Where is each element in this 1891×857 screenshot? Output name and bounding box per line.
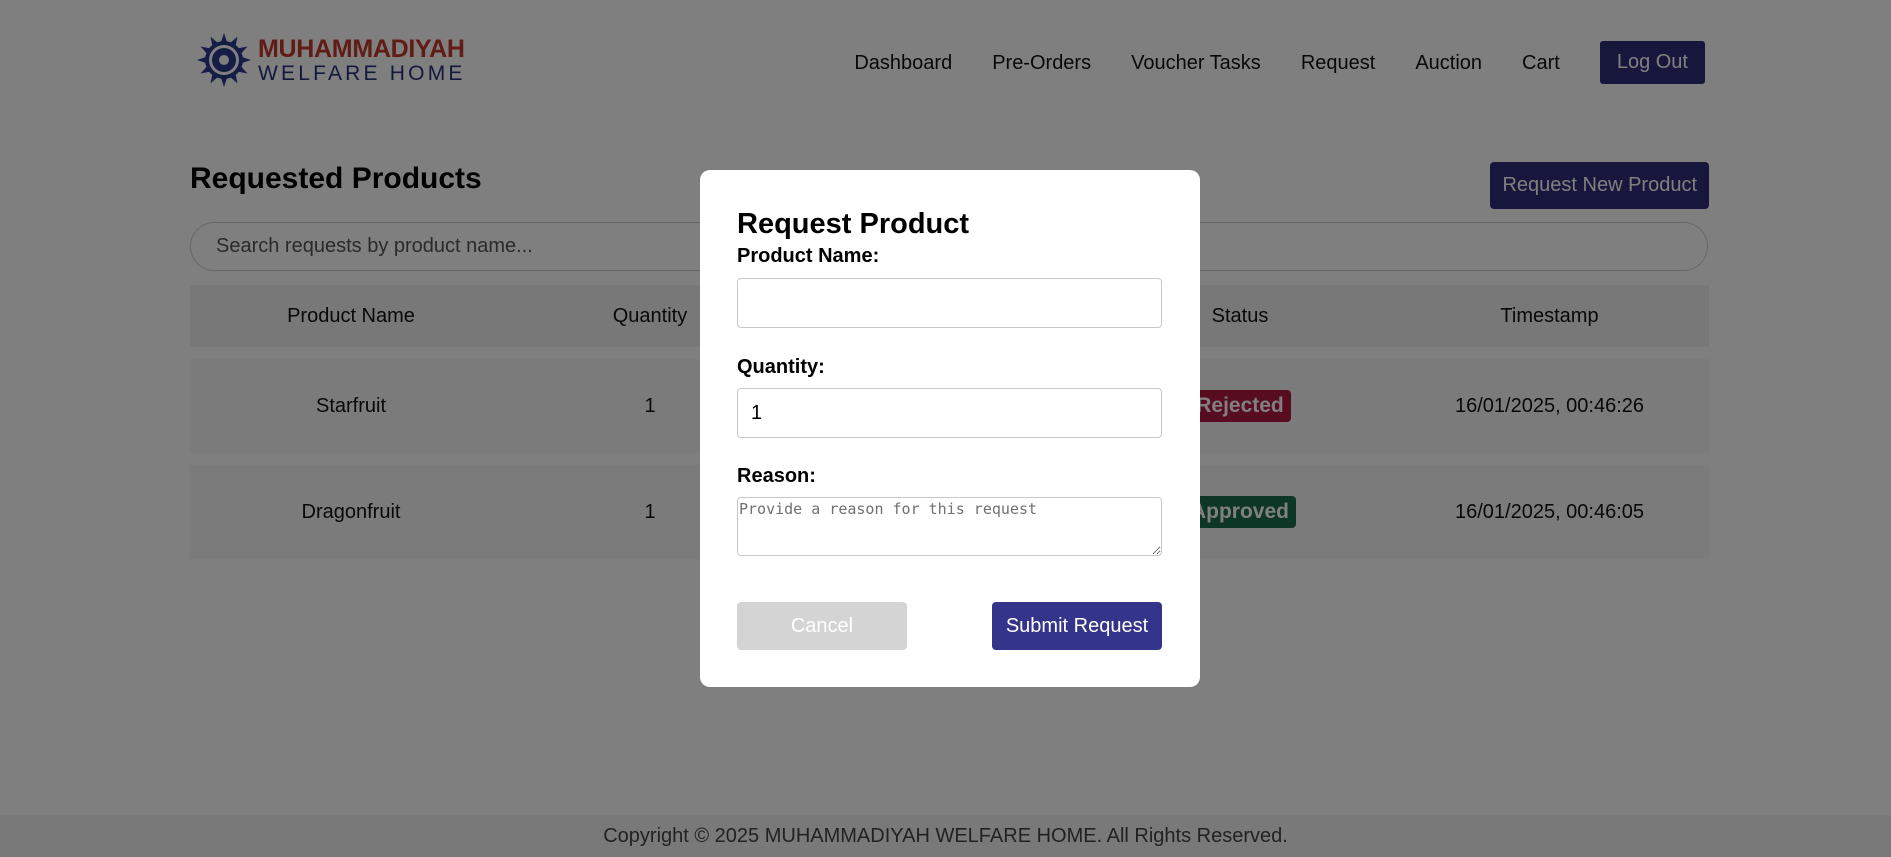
page: MUHAMMADIYAH WELFARE HOME Dashboard Pre-… bbox=[0, 0, 1891, 857]
reason-label: Reason: bbox=[737, 465, 816, 487]
modal-actions: Cancel Submit Request bbox=[737, 602, 1162, 650]
reason-textarea[interactable] bbox=[737, 497, 1162, 556]
request-product-modal: Request Product Product Name: Quantity: … bbox=[700, 170, 1200, 687]
quantity-label: Quantity: bbox=[737, 356, 825, 378]
cancel-button[interactable]: Cancel bbox=[737, 602, 907, 650]
submit-request-button[interactable]: Submit Request bbox=[992, 602, 1162, 650]
modal-title: Request Product bbox=[737, 208, 970, 240]
product-name-label: Product Name: bbox=[737, 245, 880, 267]
product-name-input[interactable] bbox=[737, 278, 1162, 328]
quantity-input[interactable] bbox=[737, 388, 1162, 438]
